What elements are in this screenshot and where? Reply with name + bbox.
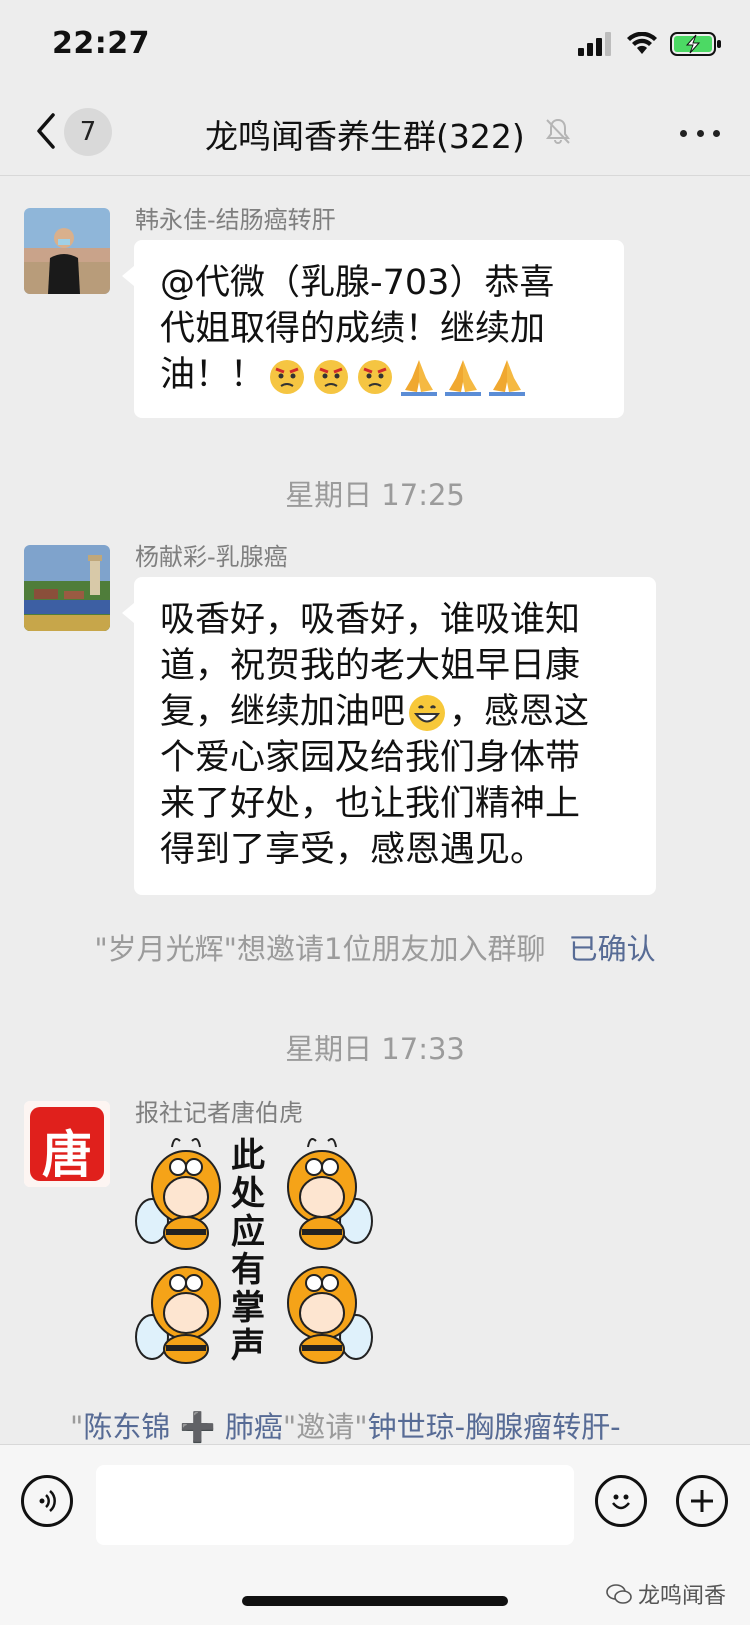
angry-face-emoji-icon [314, 360, 349, 394]
avatar-photo [24, 208, 110, 294]
more-dot-icon [696, 129, 704, 137]
avatar[interactable] [24, 545, 110, 631]
timestamp: 星期日 17:33 [285, 1032, 465, 1066]
angry-face-emoji-icon [270, 360, 305, 394]
voice-icon [39, 1490, 56, 1512]
avatar[interactable]: 唐 [24, 1101, 110, 1187]
smiley-icon [612, 1494, 630, 1510]
unread-count-badge[interactable]: 7 [64, 108, 112, 156]
message-bubble[interactable]: 吸香好，吸香好，谁吸谁知 道，祝贺我的老大姐早日康 复，继续加油吧 ，感恩这 个爱… [122, 577, 656, 895]
folded-hands-emoji-icon [401, 360, 438, 396]
watermark: 龙鸣闻香 [606, 1578, 726, 1610]
more-functions-button[interactable] [676, 1475, 728, 1527]
message-input[interactable] [96, 1465, 574, 1545]
status-bar: 22:27 [0, 0, 750, 90]
invite-quote: " [70, 1410, 84, 1444]
chat-title: 龙鸣闻香养生群(322) [205, 117, 525, 156]
sticker-char: 应 [231, 1212, 265, 1252]
message-text: 个爱心家园及给我们身体带 [160, 738, 581, 778]
sticker-char: 此 [231, 1136, 265, 1176]
bee-figure [135, 1138, 221, 1250]
system-message: "岁月光辉"想邀请1位朋友加入群聊 已确认 [0, 926, 750, 968]
inviter-name-link[interactable]: 肺癌 [225, 1410, 283, 1444]
sticker-char: 有 [231, 1250, 265, 1290]
chat-header: 7 龙鸣闻香养生群(322) [0, 90, 750, 176]
home-indicator[interactable] [242, 1596, 508, 1606]
system-message-text: "岁月光辉"想邀请1位朋友加入群聊 [94, 932, 546, 966]
sender-name: 韩永佳-结肠癌转肝 [135, 206, 336, 234]
folded-hands-emoji-icon [445, 360, 482, 396]
chevron-left-icon [37, 113, 55, 149]
message-text: 代姐取得的成绩！继续加 [160, 309, 546, 349]
wifi-icon [627, 32, 657, 54]
sticker-char: 处 [231, 1174, 265, 1214]
timestamp: 星期日 17:25 [285, 478, 465, 512]
sender-name: 杨献彩-乳腺癌 [135, 543, 288, 571]
avatar[interactable] [24, 208, 110, 294]
folded-hands-emoji-icon [489, 360, 526, 396]
grinning-face-emoji-icon [409, 695, 446, 731]
voice-input-button[interactable] [21, 1475, 73, 1527]
message-text: 吸香好，吸香好，谁吸谁知 [160, 600, 581, 640]
status-icons [578, 30, 722, 58]
message-text: 道，祝贺我的老大姐早日康 [160, 646, 581, 686]
more-dot-icon [680, 129, 687, 137]
watermark-text: 龙鸣闻香 [637, 1584, 726, 1609]
plus-emoji-icon: ➕ [179, 1410, 216, 1444]
confirm-link[interactable]: 已确认 [569, 932, 656, 966]
applause-sticker[interactable]: 此 处 应 有 掌 声 [134, 1137, 374, 1373]
message-text-line: 油！！ [160, 352, 598, 398]
sticker-char: 掌 [231, 1288, 265, 1328]
invite-verb: "邀请" [282, 1410, 368, 1444]
wechat-logo-icon [606, 1584, 632, 1604]
angry-face-emoji-icon [358, 360, 393, 394]
cellular-signal-icon [578, 32, 611, 56]
sender-name: 报社记者唐伯虎 [135, 1099, 303, 1127]
message-text: 油！！ [160, 355, 266, 395]
message-text: 得到了享受，感恩遇见。 [160, 830, 546, 870]
seal-text: 唐 [42, 1126, 92, 1184]
sticker-char: 声 [231, 1326, 265, 1366]
avatar-photo [24, 545, 110, 631]
battery-charging-icon [670, 32, 721, 56]
message-text: ，感恩这 [449, 692, 590, 732]
back-button[interactable] [28, 108, 64, 154]
emoji-button[interactable] [595, 1475, 647, 1527]
message-text: 复，继续加油吧 [160, 692, 406, 732]
message-text: 来了好处，也让我们精神上 [160, 784, 581, 824]
more-options-button[interactable] [680, 118, 720, 148]
plus-icon [691, 1490, 713, 1512]
message-text-line: 复，继续加油吧 ，感恩这 [160, 689, 630, 735]
invite-system-message: "陈东锦 ➕ 肺癌"邀请"钟世琼-胸腺瘤转肝- [70, 1404, 750, 1446]
invitee-name-link[interactable]: 钟世琼-胸腺瘤转肝- [368, 1410, 621, 1444]
status-time: 22:27 [52, 26, 150, 61]
message-text: @代微（乳腺-703）恭喜 [160, 263, 555, 303]
more-dot-icon [713, 129, 720, 137]
sticker-caption: 此 处 应 有 掌 声 [228, 1137, 268, 1365]
message-bubble[interactable]: @代微（乳腺-703）恭喜 代姐取得的成绩！继续加 油！！ [122, 240, 624, 418]
mute-bell-icon [546, 118, 570, 144]
inviter-name-link[interactable]: 陈东锦 [83, 1410, 170, 1444]
